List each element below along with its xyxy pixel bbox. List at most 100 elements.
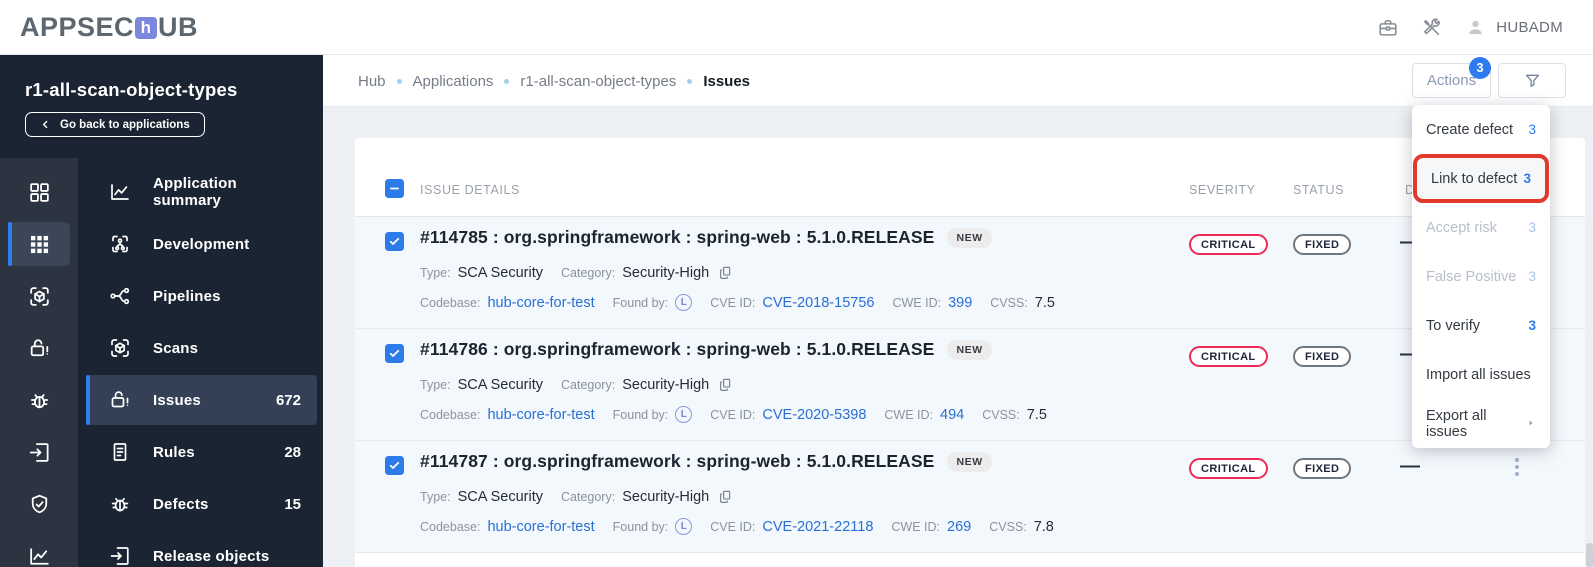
found-by-icon: L (675, 518, 693, 535)
apps-grid-icon (27, 232, 52, 257)
issue-meta-line2: Codebase: hub-core-for-test Found by: L CV… (420, 406, 1047, 423)
codebase-link[interactable]: hub-core-for-test (487, 295, 594, 311)
found-by-icon: L (675, 294, 693, 311)
cwe-link[interactable]: 494 (940, 407, 964, 423)
row-checkbox[interactable] (385, 456, 404, 475)
rail-item-reports[interactable] (0, 530, 78, 567)
rules-count: 28 (284, 443, 301, 461)
issue-category: Security-High (622, 265, 710, 281)
issue-meta-line1: Type: SCA Security Category: Security-High (420, 377, 734, 393)
defects-count: 15 (284, 495, 301, 513)
sidebar-body: Application summary Development Pipeline… (0, 158, 323, 567)
briefcase-icon[interactable] (1377, 17, 1399, 39)
row-menu-kebab[interactable] (1508, 458, 1526, 482)
issue-meta-line2: Codebase: hub-core-for-test Found by: L CV… (420, 294, 1055, 311)
menu-item-export-all-issues[interactable]: Export all issues (1412, 399, 1550, 448)
sidebar-item-defects[interactable]: Defects 15 (78, 478, 323, 530)
issue-type: SCA Security (457, 489, 543, 505)
rail-item-issues[interactable] (0, 322, 78, 374)
sidebar-item-issues[interactable]: Issues 672 (78, 374, 323, 426)
issue-title-row: #114787 : org.springframework : spring-w… (420, 451, 992, 472)
codebase-link[interactable]: hub-core-for-test (487, 407, 594, 423)
cwe-link[interactable]: 399 (948, 295, 972, 311)
filter-funnel-icon (1523, 71, 1542, 90)
top-actions: HUBADM (1377, 0, 1563, 55)
sidebar-item-scans[interactable]: Scans (78, 322, 323, 374)
cvss-value: 7.5 (1026, 406, 1047, 423)
code-branch-icon (108, 232, 153, 256)
sidebar: r1-all-scan-object-types Go back to appl… (0, 55, 323, 567)
rail-item-dashboard[interactable] (0, 166, 78, 218)
menu-item-accept-risk[interactable]: Accept risk 3 (1412, 203, 1550, 252)
go-back-button[interactable]: Go back to applications (25, 112, 205, 137)
menu-item-to-verify[interactable]: To verify 3 (1412, 301, 1550, 350)
menu-item-create-defect[interactable]: Create defect 3 (1412, 105, 1550, 154)
column-status: STATUS (1293, 183, 1345, 197)
rail-item-scans[interactable] (0, 270, 78, 322)
submenu-arrow-icon (1526, 416, 1536, 432)
app-logo: APPSEC h UB (20, 0, 198, 55)
tools-icon[interactable] (1421, 17, 1443, 39)
item-count: 3 (1528, 122, 1536, 137)
chart-line-icon (108, 180, 153, 204)
menu-item-import-all-issues[interactable]: Import all issues (1412, 350, 1550, 399)
scrollbar-thumb[interactable] (1586, 543, 1593, 567)
found-by-icon: L (675, 406, 693, 423)
cve-link[interactable]: CVE-2021-22118 (762, 519, 873, 535)
cve-link[interactable]: CVE-2020-5398 (762, 407, 866, 423)
table-row: #114787 : org.springframework : spring-w… (355, 441, 1585, 553)
dashboard-icon (27, 180, 52, 205)
exit-icon (27, 440, 52, 465)
actions-dropdown: Create defect 3 Link to defect 3 Accept … (1412, 105, 1550, 448)
copy-icon[interactable] (718, 377, 734, 393)
breadcrumb-bar: Hub Applications r1-all-scan-object-type… (323, 55, 1593, 107)
filter-button[interactable] (1498, 63, 1566, 98)
status-badge: FIXED (1293, 346, 1352, 367)
cve-link[interactable]: CVE-2018-15756 (762, 295, 874, 311)
lock-alert-icon (108, 388, 153, 412)
copy-icon[interactable] (718, 489, 734, 505)
rail-item-policies[interactable] (0, 478, 78, 530)
application-name: r1-all-scan-object-types (25, 79, 238, 100)
codebase-link[interactable]: hub-core-for-test (487, 519, 594, 535)
issue-meta-line2: Codebase: hub-core-for-test Found by: L CV… (420, 518, 1054, 535)
select-all-checkbox[interactable] (385, 179, 404, 198)
rail-item-defects[interactable] (0, 374, 78, 426)
cwe-link[interactable]: 269 (947, 519, 971, 535)
new-badge: NEW (947, 451, 992, 472)
new-badge: NEW (947, 339, 992, 360)
icon-rail (0, 158, 78, 567)
user-icon (1465, 17, 1486, 38)
sidebar-item-development[interactable]: Development (78, 218, 323, 270)
rail-item-release[interactable] (0, 426, 78, 478)
breadcrumb-hub[interactable]: Hub (358, 73, 386, 90)
sidebar-item-application-summary[interactable]: Application summary (78, 166, 323, 218)
severity-badge: CRITICAL (1189, 346, 1268, 367)
cube-scan-icon (27, 284, 52, 309)
sidebar-item-rules[interactable]: Rules 28 (78, 426, 323, 478)
breadcrumb-applications[interactable]: Applications (413, 73, 494, 90)
logo-text-left: APPSEC (20, 12, 135, 42)
table-row: #114785 : org.springframework : spring-w… (355, 217, 1585, 329)
severity-badge: CRITICAL (1189, 458, 1268, 479)
row-checkbox[interactable] (385, 232, 404, 251)
user-name: HUBADM (1496, 19, 1563, 36)
sidebar-header: r1-all-scan-object-types Go back to appl… (0, 55, 323, 158)
user-menu[interactable]: HUBADM (1465, 17, 1563, 38)
severity-badge: CRITICAL (1189, 234, 1268, 255)
breadcrumb-application[interactable]: r1-all-scan-object-types (520, 73, 676, 90)
copy-icon[interactable] (718, 265, 734, 281)
menu-item-false-positive[interactable]: False Positive 3 (1412, 252, 1550, 301)
sidebar-item-pipelines[interactable]: Pipelines (78, 270, 323, 322)
issue-meta-line1: Type: SCA Security Category: Security-High (420, 489, 734, 505)
rail-item-apps[interactable] (0, 218, 78, 270)
status-badge: FIXED (1293, 234, 1352, 255)
pipeline-fork-icon (108, 284, 153, 308)
row-checkbox[interactable] (385, 344, 404, 363)
sidebar-item-release-objects[interactable]: Release objects (78, 530, 323, 567)
sidebar-menu: Application summary Development Pipeline… (78, 158, 323, 567)
rules-script-icon (108, 440, 153, 464)
menu-item-link-to-defect[interactable]: Link to defect 3 (1413, 154, 1549, 203)
column-severity: SEVERITY (1189, 183, 1256, 197)
issue-title: #114787 : org.springframework : spring-w… (420, 451, 935, 471)
